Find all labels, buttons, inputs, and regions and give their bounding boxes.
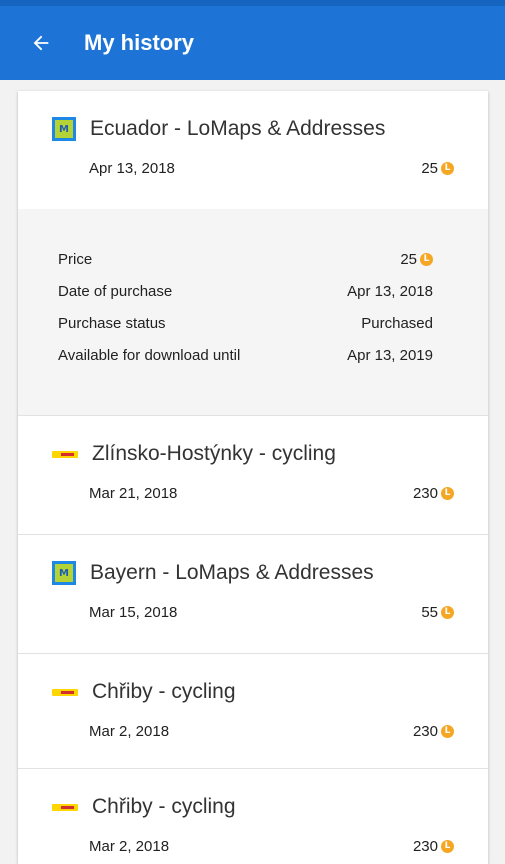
item-price: 55 L — [421, 604, 454, 621]
arrow-left-icon — [33, 35, 49, 51]
history-item[interactable]: M Bayern - LoMaps & Addresses Mar 15, 20… — [18, 535, 488, 654]
item-date: Mar 15, 2018 — [89, 604, 178, 621]
cycling-map-icon — [52, 688, 78, 696]
credit-coin-icon: L — [441, 162, 454, 175]
history-item[interactable]: Chřiby - cycling Mar 2, 2018 230 L — [18, 654, 488, 769]
item-date: Apr 13, 2018 — [89, 160, 175, 177]
item-date: Mar 2, 2018 — [89, 838, 170, 855]
history-item[interactable]: Zlínsko-Hostýnky - cycling Mar 21, 2018 … — [18, 416, 488, 535]
item-title: Zlínsko-Hostýnky - cycling — [92, 442, 336, 465]
back-button[interactable] — [26, 28, 56, 58]
item-title: Chřiby - cycling — [92, 680, 236, 703]
item-title: Bayern - LoMaps & Addresses — [90, 561, 374, 584]
history-item[interactable]: M Ecuador - LoMaps & Addresses Apr 13, 2… — [18, 91, 488, 210]
history-item[interactable]: Chřiby - cycling Mar 2, 2018 230 L — [18, 769, 488, 864]
lomaps-icon: M — [52, 561, 76, 585]
item-price: 230 L — [413, 723, 454, 740]
detail-row-date-of-purchase: Date of purchase Apr 13, 2018 — [58, 283, 433, 300]
cycling-map-icon — [52, 803, 78, 811]
credit-coin-icon: L — [441, 840, 454, 853]
credit-coin-icon: L — [441, 487, 454, 500]
item-title: Ecuador - LoMaps & Addresses — [90, 117, 386, 140]
purchase-details: Price 25 L Date of purchase Apr 13, 2018 … — [18, 209, 488, 416]
credit-coin-icon: L — [441, 606, 454, 619]
app-bar: My history — [0, 6, 505, 80]
item-title: Chřiby - cycling — [92, 795, 236, 818]
item-price: 230 L — [413, 485, 454, 502]
page-title: My history — [84, 30, 195, 55]
detail-row-available-until: Available for download until Apr 13, 201… — [58, 347, 433, 364]
lomaps-icon: M — [52, 117, 76, 141]
cycling-map-icon — [52, 450, 78, 458]
credit-coin-icon: L — [441, 725, 454, 738]
credit-coin-icon: L — [420, 253, 433, 266]
item-price: 230 L — [413, 838, 454, 855]
detail-row-price: Price 25 L — [58, 251, 433, 273]
history-list: M Ecuador - LoMaps & Addresses Apr 13, 2… — [18, 91, 488, 864]
detail-row-purchase-status: Purchase status Purchased — [58, 315, 433, 332]
item-date: Mar 21, 2018 — [89, 485, 178, 502]
item-price: 25 L — [421, 160, 454, 177]
item-date: Mar 2, 2018 — [89, 723, 170, 740]
